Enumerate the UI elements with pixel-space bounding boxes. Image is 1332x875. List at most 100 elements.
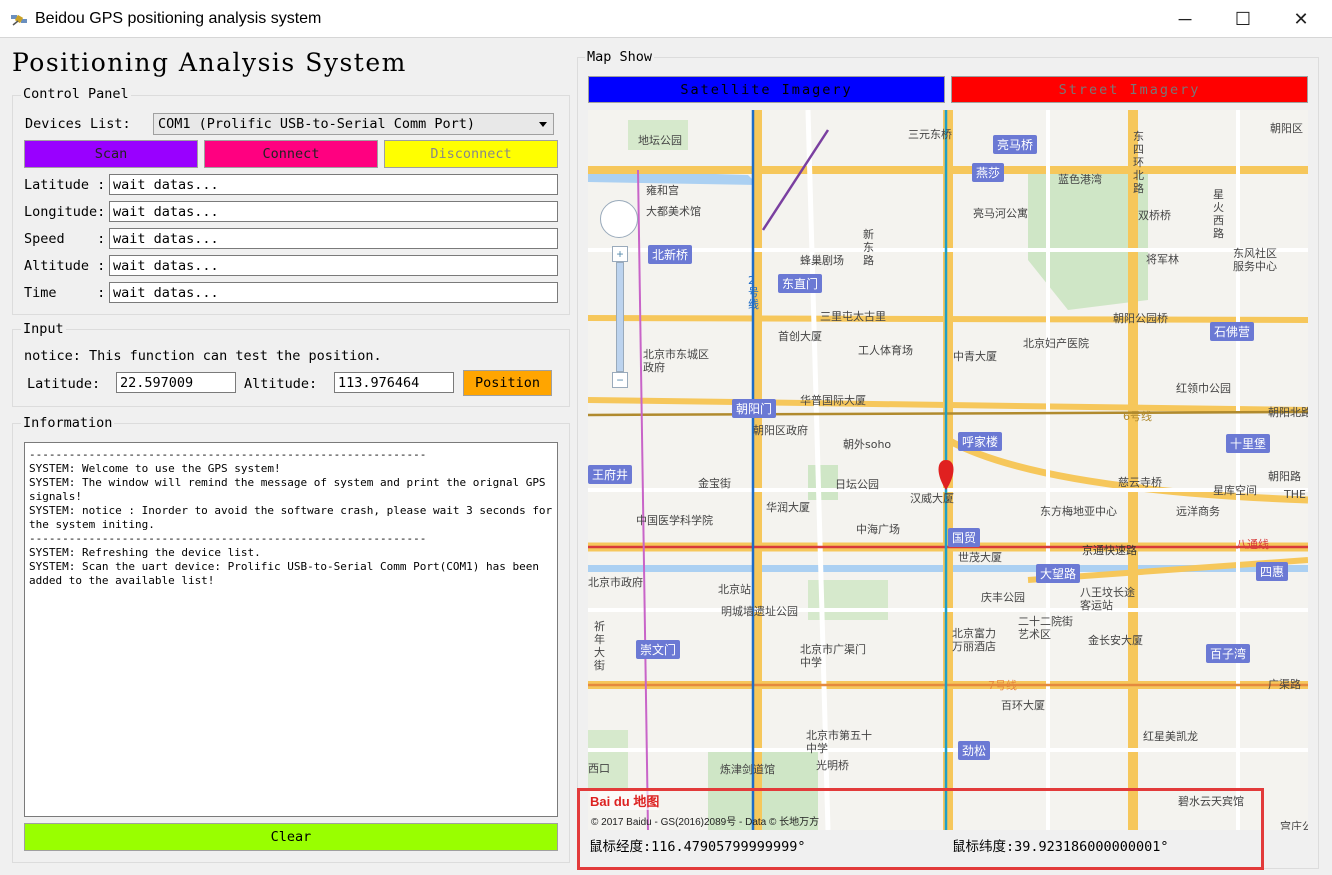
street-imagery-button[interactable]: Street Imagery: [951, 76, 1308, 103]
speed-label: Speed :: [24, 231, 106, 247]
map-label: 7号线: [988, 679, 1017, 692]
information-label: Information: [21, 415, 115, 431]
map-label: 东风社区服务中心: [1233, 247, 1277, 273]
latitude-label: Latitude :: [24, 177, 106, 193]
time-field[interactable]: wait datas...: [109, 282, 558, 303]
map-label: 北京市广渠门中学: [800, 643, 866, 669]
speed-field[interactable]: wait datas...: [109, 228, 558, 249]
minimize-button[interactable]: ─: [1156, 0, 1214, 38]
map-label: 朝外soho: [843, 438, 892, 451]
map-label: 三元东桥: [908, 128, 952, 141]
map-label: 将军林: [1146, 253, 1179, 266]
map-label: 金宝街: [698, 477, 731, 490]
map-label: 工人体育场: [858, 344, 913, 357]
map-label: 2号线: [748, 274, 759, 311]
map-label: 朝阳门: [732, 399, 777, 418]
clear-button[interactable]: Clear: [24, 823, 558, 851]
map-label: 八王坟长途客运站: [1080, 586, 1135, 612]
maximize-button[interactable]: ☐: [1214, 0, 1272, 38]
map-label: 远洋商务: [1176, 505, 1220, 518]
map-pan-control[interactable]: [600, 200, 638, 238]
map-label: 中国医学科学院: [636, 514, 713, 527]
map-label: 蓝色港湾: [1058, 173, 1102, 186]
map-label: 八通线: [1236, 538, 1269, 551]
altitude-label: Altitude :: [24, 258, 106, 274]
map-label: 呼家楼: [958, 432, 1003, 451]
position-button[interactable]: Position: [463, 370, 552, 396]
map-label: THE: [1284, 488, 1306, 501]
longitude-label: Longitude:: [24, 204, 106, 220]
map-label: 朝阳公园桥: [1113, 312, 1168, 325]
map-label: 西口: [588, 762, 610, 775]
input-latitude-label: Latitude:: [27, 376, 101, 392]
map-label: 百子湾: [1206, 644, 1251, 663]
map-label: 朝阳路: [1268, 470, 1301, 483]
input-altitude-label: Altitude:: [244, 376, 318, 392]
map-label: 二十二院街艺术区: [1018, 615, 1073, 641]
map-label: 王府井: [588, 465, 633, 484]
map-label: 四惠: [1256, 562, 1289, 581]
map-label: 东直门: [778, 274, 823, 293]
altitude-field[interactable]: wait datas...: [109, 255, 558, 276]
map-label: 大都美术馆: [646, 205, 701, 218]
map-label: 光明桥: [816, 759, 849, 772]
satellite-icon: [11, 14, 27, 26]
map-label: 北京站: [718, 583, 751, 596]
devices-dropdown-value: COM1 (Prolific USB-to-Serial Comm Port): [158, 116, 475, 132]
close-button[interactable]: ✕: [1272, 0, 1330, 38]
map-label: 红领巾公园: [1176, 382, 1231, 395]
disconnect-button[interactable]: Disconnect: [384, 140, 558, 168]
map-label: 日坛公园: [835, 478, 879, 491]
map-label: 祈年大街: [594, 620, 605, 672]
control-panel-label: Control Panel: [21, 86, 131, 102]
zoom-in-button[interactable]: +: [612, 246, 628, 262]
zoom-slider[interactable]: [616, 262, 624, 372]
map-label: 亮马河公寓: [973, 207, 1028, 220]
map-label: 北京市政府: [588, 576, 643, 589]
input-latitude-field[interactable]: 22.597009: [116, 372, 236, 393]
longitude-field[interactable]: wait datas...: [109, 201, 558, 222]
map-show-label: Map Show: [585, 49, 655, 65]
map-label: 红星美凯龙: [1143, 730, 1198, 743]
map-label: 地坛公园: [638, 134, 682, 147]
map-label: 华普国际大厦: [800, 394, 866, 407]
map-label: 北京市东城区政府: [643, 348, 709, 374]
map-label: 三里屯太古里: [820, 310, 886, 323]
map-label: 百环大厦: [1001, 699, 1045, 712]
connect-button[interactable]: Connect: [204, 140, 378, 168]
map-label: 雍和宫: [646, 184, 679, 197]
input-altitude-field[interactable]: 113.976464: [334, 372, 454, 393]
satellite-imagery-button[interactable]: Satellite Imagery: [588, 76, 945, 103]
map-label: 宫庄公: [1280, 820, 1308, 830]
window-titlebar: Beidou GPS positioning analysis system ─…: [0, 0, 1332, 38]
map-label: 汉威大厦: [910, 492, 954, 505]
map-label: 北京市第五十中学: [806, 729, 872, 755]
input-label: Input: [21, 321, 66, 337]
map-label: 京通快速路: [1082, 544, 1137, 557]
devices-dropdown[interactable]: COM1 (Prolific USB-to-Serial Comm Port): [153, 113, 554, 135]
map-label: 双桥桥: [1138, 209, 1171, 222]
map-label: 庆丰公园: [981, 591, 1025, 604]
mouse-latitude: 鼠标纬度:39.923186000000001°: [952, 839, 1169, 855]
map-label: 蜂巢剧场: [800, 254, 844, 267]
map-label: 国贸: [948, 528, 981, 547]
map-label: 中青大厦: [953, 350, 997, 363]
map-label: 亮马桥: [993, 135, 1038, 154]
map-label: 北京妇产医院: [1023, 337, 1089, 350]
map-label: 新东路: [863, 228, 874, 267]
latitude-field[interactable]: wait datas...: [109, 174, 558, 195]
baidu-map[interactable]: + − 地坛公园 三元东桥 亮马桥 朝阳区 雍和宫 蓝色港湾 燕莎 东四环北路 …: [588, 110, 1308, 830]
scan-button[interactable]: Scan: [24, 140, 198, 168]
map-label: 星库空间: [1213, 484, 1257, 497]
map-label: 北京富力万丽酒店: [952, 627, 996, 653]
zoom-out-button[interactable]: −: [612, 372, 628, 388]
map-label: 华润大厦: [766, 501, 810, 514]
map-label: 慈云寺桥: [1118, 476, 1162, 489]
map-label: 东方梅地亚中心: [1040, 505, 1117, 518]
map-label: 十里堡: [1226, 434, 1271, 453]
information-log[interactable]: ----------------------------------------…: [24, 442, 558, 817]
map-label: 首创大厦: [778, 330, 822, 343]
map-label: 石佛营: [1210, 322, 1255, 341]
map-label: 朝阳区政府: [753, 424, 808, 437]
map-label: 朝阳北路: [1268, 406, 1308, 419]
